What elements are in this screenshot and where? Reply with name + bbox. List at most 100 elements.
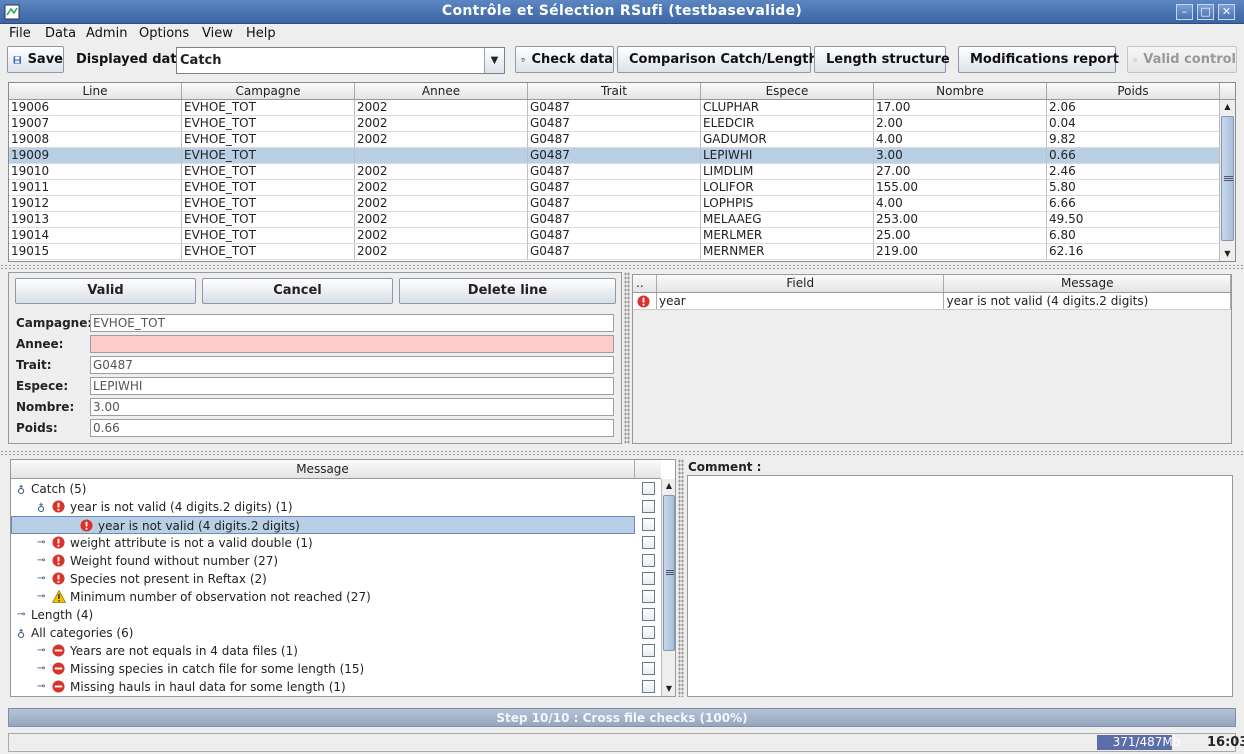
checkbox[interactable] bbox=[642, 680, 655, 693]
tree-item[interactable]: ⊸ Years are not equals in 4 data files (1… bbox=[11, 642, 661, 660]
table-row[interactable]: 19011 EVHOE_TOT 2002 G0487 LOLIFOR 155.00 5.80 bbox=[9, 180, 1235, 196]
modifications-report-button[interactable]: Modifications report bbox=[958, 46, 1119, 73]
checkbox[interactable] bbox=[642, 518, 655, 531]
split-divider-lower[interactable] bbox=[0, 450, 1244, 456]
vertical-divider[interactable] bbox=[624, 272, 630, 444]
table-row[interactable]: 19006 EVHOE_TOT 2002 G0487 CLUPHAR 17.00 2.06 bbox=[9, 100, 1235, 116]
tree-item[interactable]: ⊸ Species not present in Reftax (2) bbox=[11, 570, 661, 588]
tree-item[interactable]: year is not valid (4 digits.2 digits) bbox=[11, 516, 661, 534]
memory-indicator[interactable]: 371/487Mb bbox=[1097, 735, 1196, 750]
checkbox[interactable] bbox=[642, 482, 655, 495]
error-icon bbox=[52, 554, 65, 567]
displayed-data-select[interactable]: Catch ▼ bbox=[176, 47, 505, 74]
poids-input[interactable]: 0.66 bbox=[90, 419, 614, 437]
tree-item[interactable]: ⊸ Length (4) bbox=[11, 606, 661, 624]
chevron-down-icon[interactable]: ▼ bbox=[484, 48, 504, 73]
table-scrollbar[interactable]: ▲ ▼ bbox=[1219, 100, 1235, 261]
table-row[interactable]: 19015 EVHOE_TOT 2002 G0487 MERNMER 219.00 62.1… bbox=[9, 244, 1235, 260]
valid-control-button[interactable]: Valid control bbox=[1127, 46, 1237, 73]
checkbox[interactable] bbox=[642, 536, 655, 549]
delete-line-button[interactable]: Delete line bbox=[399, 278, 616, 304]
valid-button[interactable]: Valid bbox=[15, 278, 196, 304]
tree-item[interactable]: ⊸ weight attribute is not a valid double … bbox=[11, 534, 661, 552]
tree-item[interactable]: ♀ year is not valid (4 digits.2 digits) (… bbox=[11, 498, 661, 516]
scroll-down-icon[interactable]: ▼ bbox=[662, 682, 675, 696]
tree-scrollbar[interactable]: ▲ ▼ bbox=[661, 479, 675, 696]
column-message[interactable]: Message bbox=[944, 275, 1231, 292]
column-status[interactable]: .. bbox=[633, 275, 657, 292]
check-data-button[interactable]: ABC Check data bbox=[515, 46, 614, 73]
trait-input[interactable]: G0487 bbox=[90, 356, 614, 374]
tree-expanded-icon[interactable]: ♀ bbox=[17, 483, 25, 496]
column-poids[interactable]: Poids bbox=[1047, 83, 1220, 99]
save-button[interactable]: Save bbox=[7, 46, 64, 73]
checkbox[interactable] bbox=[642, 644, 655, 657]
close-icon[interactable]: ✕ bbox=[1218, 4, 1235, 20]
checkbox[interactable] bbox=[642, 572, 655, 585]
tree-collapsed-icon[interactable]: ⊸ bbox=[37, 555, 45, 566]
table-cell: G0487 bbox=[528, 180, 701, 196]
tree-collapsed-icon[interactable]: ⊸ bbox=[37, 573, 45, 584]
table-row[interactable]: 19008 EVHOE_TOT 2002 G0487 GADUMOR 4.00 9.82 bbox=[9, 132, 1235, 148]
campagne-input[interactable]: EVHOE_TOT bbox=[90, 314, 614, 332]
tree-item[interactable]: ⊸ Missing species in catch file for some … bbox=[11, 660, 661, 678]
tree-expanded-icon[interactable]: ♀ bbox=[37, 501, 45, 514]
table-row[interactable]: 19013 EVHOE_TOT 2002 G0487 MELAAEG 253.00 49.5… bbox=[9, 212, 1235, 228]
scroll-up-icon[interactable]: ▲ bbox=[1220, 100, 1235, 114]
tree-collapsed-icon[interactable]: ⊸ bbox=[37, 645, 45, 656]
tree-item[interactable]: ♀ Catch (5) bbox=[11, 480, 661, 498]
column-campagne[interactable]: Campagne bbox=[182, 83, 355, 99]
comparison-button[interactable]: Comparison Catch/Length bbox=[617, 46, 818, 73]
checkbox[interactable] bbox=[642, 590, 655, 603]
table-row[interactable]: 19012 EVHOE_TOT 2002 G0487 LOPHPIS 4.00 6.66 bbox=[9, 196, 1235, 212]
table-row[interactable]: 19014 EVHOE_TOT 2002 G0487 MERLMER 25.00 6.80 bbox=[9, 228, 1235, 244]
annee-input[interactable] bbox=[90, 335, 614, 353]
column-espece[interactable]: Espece bbox=[701, 83, 874, 99]
tree-collapsed-icon[interactable]: ⊸ bbox=[37, 537, 45, 548]
cancel-button[interactable]: Cancel bbox=[202, 278, 393, 304]
tree-item[interactable]: ♀ All categories (6) bbox=[11, 624, 661, 642]
tree-expanded-icon[interactable]: ♀ bbox=[17, 627, 25, 640]
menu-view[interactable]: View bbox=[202, 26, 233, 41]
error-row[interactable]: year year is not valid (4 digits.2 digit… bbox=[633, 293, 1231, 310]
menu-admin[interactable]: Admin bbox=[86, 26, 127, 41]
checkbox[interactable] bbox=[642, 626, 655, 639]
scroll-thumb[interactable] bbox=[1221, 116, 1234, 241]
menu-data[interactable]: Data bbox=[45, 26, 76, 41]
menu-options[interactable]: Options bbox=[139, 26, 189, 41]
column-trait[interactable]: Trait bbox=[528, 83, 701, 99]
column-line[interactable]: Line bbox=[9, 83, 182, 99]
menu-file[interactable]: File bbox=[9, 26, 31, 41]
vertical-divider-lower[interactable] bbox=[678, 459, 684, 697]
tree-collapsed-icon[interactable]: ⊸ bbox=[17, 609, 25, 620]
checkbox[interactable] bbox=[642, 500, 655, 513]
column-field[interactable]: Field bbox=[657, 275, 945, 292]
maximize-icon[interactable]: □ bbox=[1197, 4, 1214, 20]
column-annee[interactable]: Annee bbox=[355, 83, 528, 99]
tree-collapsed-icon[interactable]: ⊸ bbox=[37, 591, 45, 602]
checkbox[interactable] bbox=[642, 608, 655, 621]
length-structure-button[interactable]: Length structure bbox=[814, 46, 950, 73]
table-row[interactable]: 19010 EVHOE_TOT 2002 G0487 LIMDLIM 27.00 2.46 bbox=[9, 164, 1235, 180]
tree-collapsed-icon[interactable]: ⊸ bbox=[37, 663, 45, 674]
menu-help[interactable]: Help bbox=[246, 26, 276, 41]
checkbox[interactable] bbox=[642, 662, 655, 675]
table-cell: G0487 bbox=[528, 132, 701, 148]
table-row[interactable]: 19007 EVHOE_TOT 2002 G0487 ELEDCIR 2.00 0.04 bbox=[9, 116, 1235, 132]
scroll-thumb[interactable] bbox=[663, 495, 675, 651]
minimize-icon[interactable]: – bbox=[1176, 4, 1193, 20]
tree-collapsed-icon[interactable]: ⊸ bbox=[37, 681, 45, 692]
tree-item[interactable]: ⊸ Missing hauls in haul data for some len… bbox=[11, 678, 661, 696]
comment-textarea[interactable] bbox=[687, 475, 1233, 697]
scroll-up-icon[interactable]: ▲ bbox=[662, 479, 675, 493]
column-nombre[interactable]: Nombre bbox=[874, 83, 1047, 99]
table-cell: 4.00 bbox=[874, 196, 1047, 212]
checkbox[interactable] bbox=[642, 554, 655, 567]
tree-item[interactable]: ⊸ Weight found without number (27) bbox=[11, 552, 661, 570]
table-row[interactable]: 19009 EVHOE_TOT G0487 LEPIWHI 3.00 0.66 bbox=[9, 148, 1235, 164]
nombre-input[interactable]: 3.00 bbox=[90, 398, 614, 416]
split-divider[interactable] bbox=[0, 264, 1244, 270]
espece-input[interactable]: LEPIWHI bbox=[90, 377, 614, 395]
tree-item[interactable]: ⊸ Minimum number of observation not reach… bbox=[11, 588, 661, 606]
scroll-down-icon[interactable]: ▼ bbox=[1220, 247, 1235, 261]
